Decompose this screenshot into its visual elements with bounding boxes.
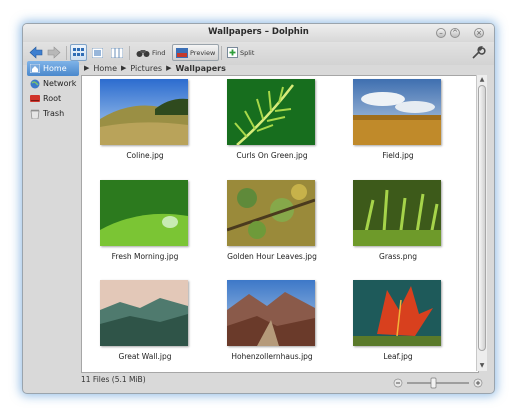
chevron-right-icon: ▶ — [166, 64, 172, 72]
file-thumbnail — [227, 79, 315, 145]
sidebar-item-label: Network — [43, 79, 77, 88]
find-label: Find — [152, 48, 166, 57]
binoculars-icon — [136, 49, 150, 57]
breadcrumb-item-wallpapers[interactable]: Wallpapers — [175, 64, 225, 73]
network-icon — [30, 79, 40, 88]
file-thumbnail — [227, 180, 315, 246]
file-thumbnail — [100, 180, 188, 246]
sidebar-item-home[interactable]: Home — [27, 61, 79, 76]
toolbar-separator — [66, 46, 67, 60]
wrench-icon — [472, 46, 486, 59]
sidebar-item-root[interactable]: Root — [27, 91, 79, 106]
configure-button[interactable] — [470, 44, 486, 61]
zoom-slider-track — [393, 377, 483, 389]
file-name: Golden Hour Leaves.jpg — [227, 252, 317, 261]
preview-icon — [176, 47, 188, 58]
places-panel: Home Network Root Trash — [27, 61, 79, 391]
forward-button[interactable] — [47, 44, 61, 61]
scrollbar-thumb[interactable] — [478, 85, 486, 351]
file-thumbnail — [100, 280, 188, 346]
sidebar-item-trash[interactable]: Trash — [27, 106, 79, 121]
split-button[interactable]: Split — [224, 44, 257, 61]
details-view-icon — [92, 47, 103, 58]
find-button[interactable]: Find — [133, 44, 168, 61]
file-name: Coline.jpg — [126, 151, 164, 160]
maximize-button[interactable]: ^ — [450, 28, 460, 38]
preview-label: Preview — [190, 48, 216, 57]
file-thumbnail — [227, 280, 315, 346]
breadcrumb-item-home[interactable]: Home — [93, 64, 117, 73]
trash-icon — [30, 109, 40, 119]
file-view: Coline.jpg Curls On Green.jpg Field.jpg — [81, 75, 479, 373]
icons-view-button[interactable] — [70, 44, 87, 61]
split-icon — [227, 47, 238, 58]
breadcrumb-item-pictures[interactable]: Pictures — [130, 64, 162, 73]
columns-view-icon — [110, 47, 123, 58]
chevron-right-icon: ▶ — [84, 64, 90, 72]
dolphin-window: Wallpapers – Dolphin – ^ × Find Preview — [22, 23, 495, 394]
icons-view-icon — [73, 48, 84, 56]
file-name: Hohenzollernhaus.jpg — [231, 352, 313, 361]
chevron-right-icon: ▶ — [121, 64, 127, 72]
file-name: Great Wall.jpg — [118, 352, 172, 361]
file-thumbnail — [353, 180, 441, 246]
file-name: Field.jpg — [382, 151, 414, 160]
scroll-down-icon[interactable]: ▼ — [477, 362, 487, 369]
back-button[interactable] — [29, 44, 43, 61]
file-name: Fresh Morning.jpg — [111, 252, 179, 261]
home-icon — [30, 64, 40, 73]
sidebar-item-label: Trash — [43, 109, 65, 118]
preview-button[interactable]: Preview — [172, 44, 220, 61]
toolbar-separator — [129, 46, 130, 60]
split-label: Split — [240, 48, 255, 57]
columns-view-button[interactable] — [108, 44, 125, 61]
file-name: Curls On Green.jpg — [236, 151, 308, 160]
drive-icon — [30, 95, 40, 102]
toolbar-separator — [221, 46, 222, 60]
sidebar-item-label: Home — [43, 64, 67, 73]
sidebar-item-network[interactable]: Network — [27, 76, 79, 91]
file-name: Grass.png — [379, 252, 417, 261]
file-thumbnail — [353, 79, 441, 145]
vertical-scrollbar[interactable]: ▲ ▼ — [476, 75, 487, 371]
forward-arrow-icon — [47, 46, 61, 59]
zoom-slider[interactable] — [393, 374, 483, 389]
title-bar[interactable]: Wallpapers – Dolphin – ^ × — [23, 24, 494, 42]
window-title: Wallpapers – Dolphin — [208, 27, 309, 37]
status-bar-text: 11 Files (5.1 MiB) — [81, 375, 146, 384]
back-arrow-icon — [29, 46, 43, 59]
sidebar-item-label: Root — [43, 94, 62, 103]
details-view-button[interactable] — [89, 44, 106, 61]
file-thumbnail — [100, 79, 188, 145]
breadcrumb: ▶ Home ▶ Pictures ▶ Wallpapers — [80, 61, 490, 75]
scroll-up-icon[interactable]: ▲ — [477, 76, 487, 83]
close-button[interactable]: × — [474, 28, 484, 38]
file-name: Leaf.jpg — [383, 352, 413, 361]
minimize-button[interactable]: – — [436, 28, 446, 38]
file-thumbnail — [353, 280, 441, 346]
